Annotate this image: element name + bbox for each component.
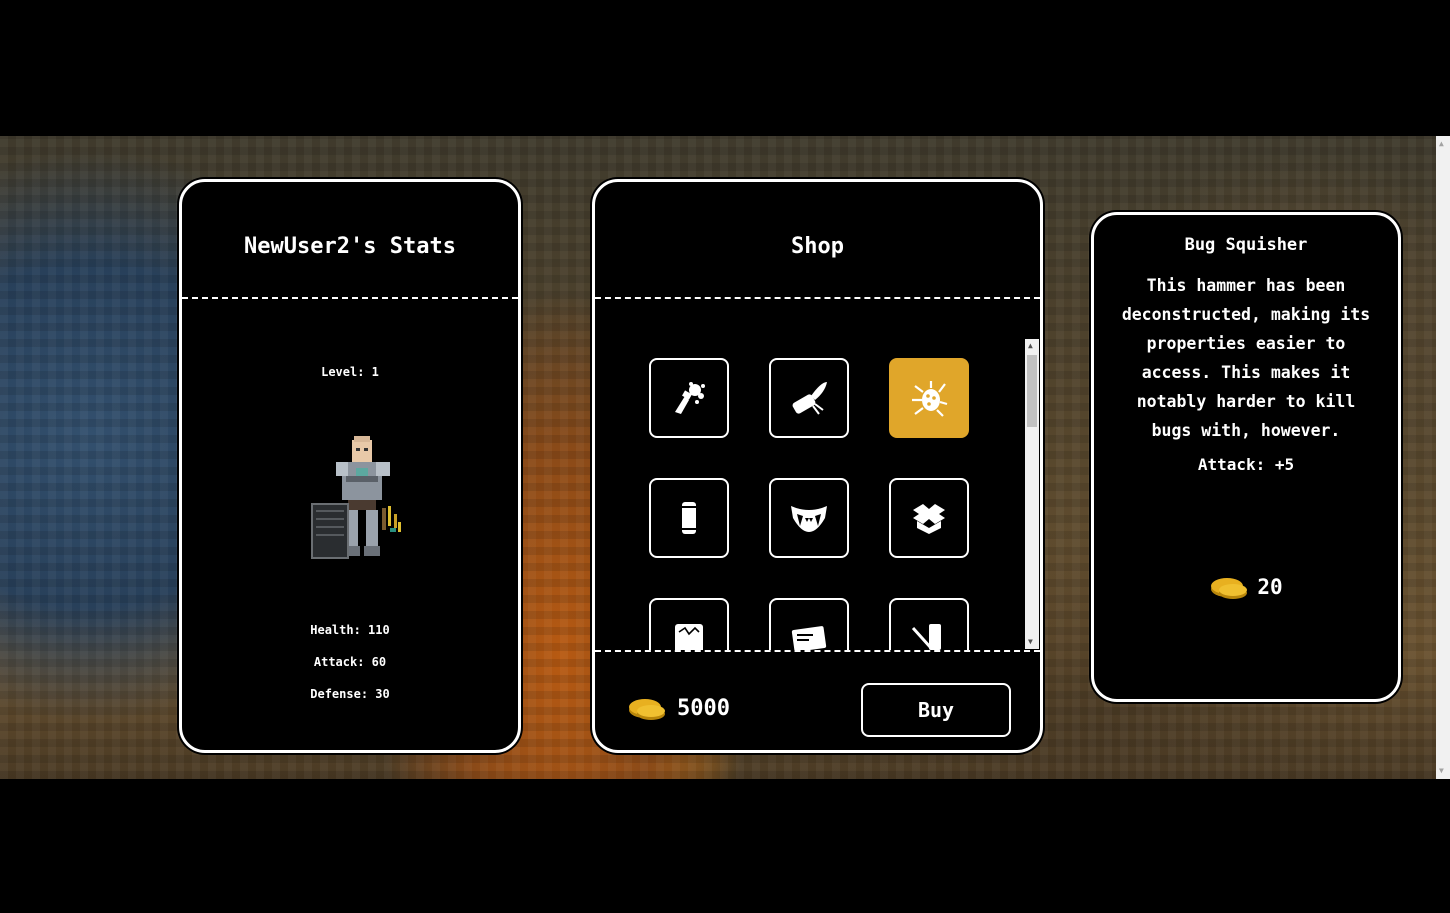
- item-name: Bug Squisher: [1184, 235, 1308, 255]
- fangs-icon: [791, 506, 827, 532]
- health-label: Health: 110: [310, 623, 390, 637]
- scroll-down-icon[interactable]: ▼: [1439, 767, 1444, 775]
- item-price: 20: [1094, 573, 1398, 601]
- defense-label: Defense: 30: [310, 687, 390, 701]
- shop-item-potion[interactable]: [649, 358, 729, 438]
- item-detail-panel: Bug Squisher This hammer has been decons…: [1091, 212, 1401, 702]
- potion-splash-icon: [675, 382, 705, 414]
- map-icon: [675, 624, 703, 650]
- coins-icon: [1211, 578, 1248, 599]
- shop-item-grid[interactable]: [595, 300, 1023, 650]
- shop-item-map[interactable]: [649, 598, 729, 650]
- shop-item-certificate[interactable]: [769, 598, 849, 650]
- divider: [595, 297, 1040, 299]
- buy-button[interactable]: Buy: [861, 683, 1011, 737]
- shop-title: Shop: [791, 234, 844, 259]
- shop-item-box[interactable]: [889, 478, 969, 558]
- scroll-feather-icon: [792, 382, 827, 415]
- shop-item-fangs[interactable]: [769, 478, 849, 558]
- shop-item-scroll-sword[interactable]: [889, 598, 969, 650]
- scroll-down-icon[interactable]: ▼: [1028, 638, 1033, 646]
- page-scrollbar[interactable]: ▲ ▼: [1436, 136, 1450, 779]
- item-description: This hammer has been deconstructed, maki…: [1121, 276, 1371, 440]
- item-stat: Attack: +5: [1197, 455, 1295, 474]
- stats-title: NewUser2's Stats: [244, 234, 456, 259]
- wallet-amount: 5000: [677, 695, 730, 721]
- can-icon: [682, 502, 696, 534]
- coins-icon: [629, 699, 665, 720]
- shop-item-can[interactable]: [649, 478, 729, 558]
- price-amount: 20: [1257, 575, 1283, 599]
- shop-scrollbar[interactable]: ▲ ▼: [1025, 339, 1039, 649]
- scroll-up-icon[interactable]: ▲: [1439, 140, 1444, 148]
- divider: [595, 650, 1040, 652]
- shop-item-bug-squisher[interactable]: [889, 358, 969, 438]
- open-box-icon: [913, 504, 945, 534]
- attack-label: Attack: 60: [313, 655, 387, 669]
- stats-panel: NewUser2's Stats Level: 1 Health: 110 At…: [179, 179, 521, 753]
- level-label: Level: 1: [321, 365, 379, 379]
- scroll-up-icon[interactable]: ▲: [1028, 342, 1033, 350]
- wallet: 5000: [627, 694, 730, 722]
- scroll-thumb[interactable]: [1027, 355, 1037, 427]
- shop-panel: Shop ▲ ▼ 5000 Buy: [592, 179, 1043, 753]
- divider: [182, 297, 518, 299]
- scroll-sword-icon: [911, 624, 941, 650]
- character-avatar: [306, 434, 416, 566]
- bug-squisher-icon: [912, 381, 948, 417]
- shop-item-scroll-feather[interactable]: [769, 358, 849, 438]
- certificate-icon: [791, 626, 827, 650]
